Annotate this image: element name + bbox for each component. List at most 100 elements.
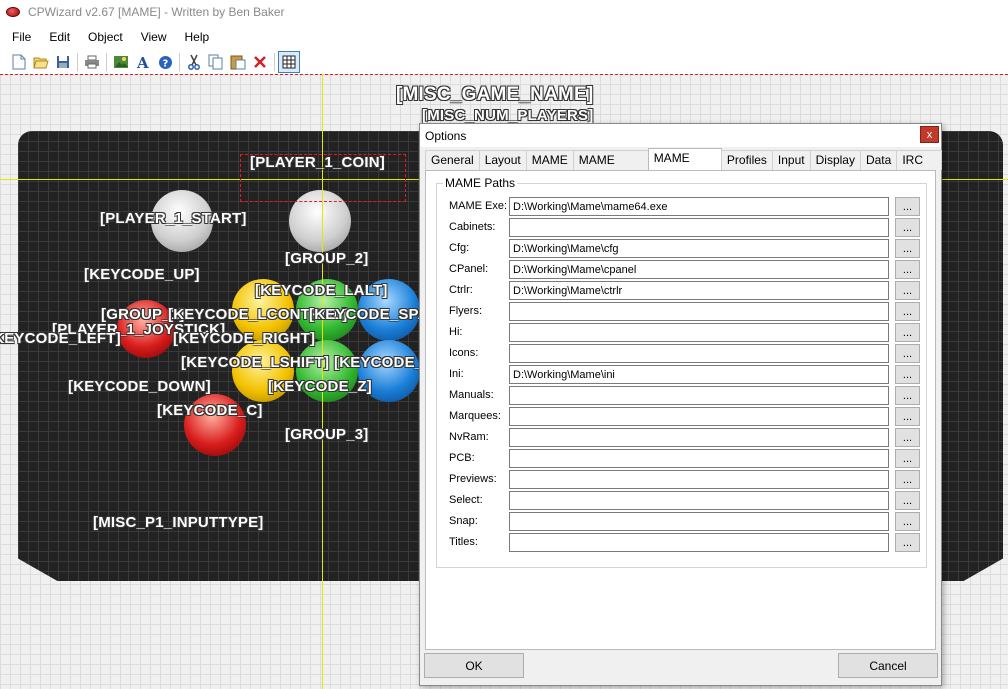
label-group-3[interactable]: [GROUP_3] <box>285 426 368 443</box>
close-button[interactable]: x <box>920 126 939 143</box>
tab-data[interactable]: Data <box>859 150 898 170</box>
help-icon[interactable]: ? <box>154 51 176 73</box>
label-player-1-coin[interactable]: [PLAYER_1_COIN] <box>250 154 385 171</box>
path-label: PCB: <box>449 452 475 464</box>
save-icon[interactable] <box>52 51 74 73</box>
path-input[interactable] <box>509 218 889 237</box>
path-label: MAME Exe: <box>449 200 508 212</box>
label-misc-p1-inputtype[interactable]: [MISC_P1_INPUTTYPE] <box>93 514 264 531</box>
path-input[interactable] <box>509 260 889 279</box>
browse-button[interactable]: ... <box>895 533 920 552</box>
label-group-2[interactable]: [GROUP_2] <box>285 250 368 267</box>
label-keycode-lshift[interactable]: [KEYCODE_LSHIFT] <box>181 354 329 371</box>
path-label: Hi: <box>449 326 463 338</box>
tab-mame-filters[interactable]: MAME Filters <box>572 150 649 186</box>
path-label: Select: <box>449 494 483 506</box>
browse-button[interactable]: ... <box>895 323 920 342</box>
label-player-1-start[interactable]: [PLAYER_1_START] <box>100 210 247 227</box>
open-icon[interactable] <box>30 51 52 73</box>
browse-button[interactable]: ... <box>895 260 920 279</box>
path-input[interactable] <box>509 281 889 300</box>
path-row: MAME Exe:... <box>437 197 926 217</box>
menu-help[interactable]: Help <box>176 26 219 48</box>
toolbar-separator <box>77 53 78 71</box>
cut-icon[interactable] <box>183 51 205 73</box>
browse-button[interactable]: ... <box>895 407 920 426</box>
path-input[interactable] <box>509 512 889 531</box>
tab-mame[interactable]: MAME <box>525 150 574 170</box>
menu-file[interactable]: File <box>0 26 40 48</box>
image-icon[interactable] <box>110 51 132 73</box>
browse-button[interactable]: ... <box>895 218 920 237</box>
browse-button[interactable]: ... <box>895 302 920 321</box>
toolbar-separator <box>106 53 107 71</box>
new-icon[interactable] <box>8 51 30 73</box>
path-row: Icons:... <box>437 344 926 364</box>
path-row: Previews:... <box>437 470 926 490</box>
tab-profiles[interactable]: Profiles <box>720 150 773 170</box>
path-row: Cabinets:... <box>437 218 926 238</box>
browse-button[interactable]: ... <box>895 344 920 363</box>
browse-button[interactable]: ... <box>895 239 920 258</box>
browse-button[interactable]: ... <box>895 386 920 405</box>
label-keycode-left[interactable]: [KEYCODE_LEFT] <box>0 330 121 347</box>
tab-layout[interactable]: Layout <box>478 150 527 170</box>
copy-icon[interactable] <box>205 51 227 73</box>
group-title: MAME Paths <box>443 176 518 190</box>
label-keycode-lalt[interactable]: [KEYCODE_LALT] <box>255 282 388 299</box>
browse-button[interactable]: ... <box>895 470 920 489</box>
path-label: Ini: <box>449 368 464 380</box>
browse-button[interactable]: ... <box>895 428 920 447</box>
print-icon[interactable] <box>81 51 103 73</box>
path-label: Titles: <box>449 536 478 548</box>
path-input[interactable] <box>509 302 889 321</box>
label-keycode-z[interactable]: [KEYCODE_Z] <box>268 378 372 395</box>
browse-button[interactable]: ... <box>895 197 920 216</box>
menu-object[interactable]: Object <box>79 26 132 48</box>
delete-icon[interactable] <box>249 51 271 73</box>
path-input[interactable] <box>509 449 889 468</box>
path-input[interactable] <box>509 365 889 384</box>
label-keycode-c[interactable]: [KEYCODE_C] <box>157 402 263 419</box>
path-input[interactable] <box>509 428 889 447</box>
label-misc-num-players[interactable]: [MISC_NUM_PLAYERS] <box>422 107 593 124</box>
toolbar-separator <box>274 53 275 71</box>
title-bar: CPWizard v2.67 [MAME] - Written by Ben B… <box>0 0 1008 24</box>
menu-view[interactable]: View <box>132 26 176 48</box>
grid-icon[interactable] <box>278 51 300 73</box>
browse-button[interactable]: ... <box>895 449 920 468</box>
path-input[interactable] <box>509 344 889 363</box>
tab-input[interactable]: Input <box>771 150 811 170</box>
tab-display[interactable]: Display <box>809 150 861 170</box>
tab-mame-paths[interactable]: MAME Paths <box>647 148 722 184</box>
path-row: Marquees:... <box>437 407 926 427</box>
label-misc-game-name[interactable]: [MISC_GAME_NAME] <box>396 84 593 106</box>
text-icon[interactable]: A <box>132 51 154 73</box>
menu-edit[interactable]: Edit <box>40 26 79 48</box>
svg-text:A: A <box>136 54 149 70</box>
path-input[interactable] <box>509 533 889 552</box>
path-input[interactable] <box>509 239 889 258</box>
browse-button[interactable]: ... <box>895 512 920 531</box>
tab-general[interactable]: General <box>425 150 480 170</box>
path-label: Icons: <box>449 347 479 359</box>
path-input[interactable] <box>509 386 889 405</box>
browse-button[interactable]: ... <box>895 281 920 300</box>
label-keycode-up[interactable]: [KEYCODE_UP] <box>84 266 200 283</box>
tab-irc[interactable]: IRC <box>896 150 942 170</box>
label-keycode-down[interactable]: [KEYCODE_DOWN] <box>68 378 211 395</box>
browse-button[interactable]: ... <box>895 365 920 384</box>
tab-strip: General Layout MAME MAME Filters MAME Pa… <box>425 148 942 186</box>
path-input[interactable] <box>509 491 889 510</box>
path-input[interactable] <box>509 323 889 342</box>
path-row: PCB:... <box>437 449 926 469</box>
cancel-button[interactable]: Cancel <box>838 653 938 678</box>
ok-button[interactable]: OK <box>424 653 524 678</box>
path-input[interactable] <box>509 407 889 426</box>
browse-button[interactable]: ... <box>895 491 920 510</box>
path-input[interactable] <box>509 197 889 216</box>
label-keycode-right[interactable]: [KEYCODE_RIGHT] <box>173 330 315 347</box>
path-input[interactable] <box>509 470 889 489</box>
path-row: Cfg:... <box>437 239 926 259</box>
paste-icon[interactable] <box>227 51 249 73</box>
